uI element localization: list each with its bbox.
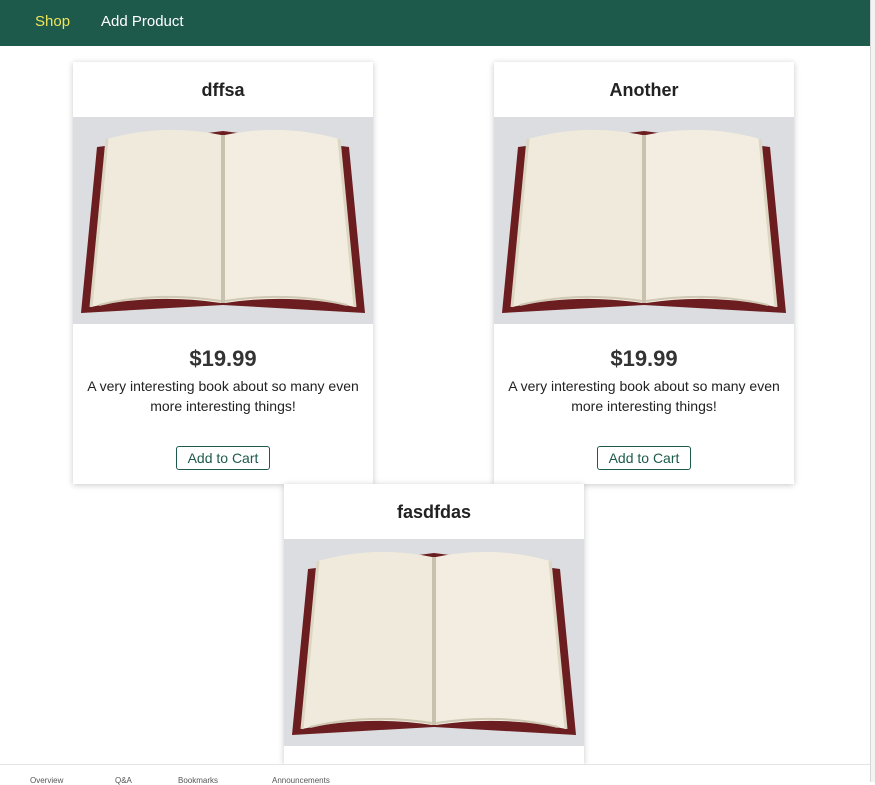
product-image: [73, 117, 373, 324]
open-book-image: [494, 117, 794, 324]
product-title: fasdfdas: [396, 502, 472, 522]
product-description: A very interesting book about so many ev…: [508, 378, 780, 414]
tab-bookmarks[interactable]: Bookmarks: [178, 776, 218, 785]
product-card: fasdfdas: [284, 484, 584, 764]
tab-qa[interactable]: Q&A: [115, 776, 132, 785]
top-navbar: Shop Add Product: [0, 0, 870, 46]
product-image: [284, 539, 584, 746]
product-description: A very interesting book about so many ev…: [87, 378, 359, 414]
product-price: $19.99: [610, 346, 678, 371]
product-title: dffsa: [201, 80, 245, 100]
scrollbar[interactable]: [870, 0, 875, 782]
product-card: Another $19.99 A very interesting book a…: [494, 62, 794, 484]
nav-shop-link[interactable]: Shop: [35, 13, 70, 30]
open-book-image: [73, 117, 373, 324]
product-title: Another: [609, 80, 679, 100]
add-to-cart-button[interactable]: Add to Cart: [597, 446, 691, 470]
add-to-cart-button[interactable]: Add to Cart: [176, 446, 270, 470]
product-image: [494, 117, 794, 324]
nav-add-product-link[interactable]: Add Product: [101, 13, 184, 30]
course-tabs-bar: Overview Q&A Bookmarks Announcements: [0, 764, 870, 785]
tab-overview[interactable]: Overview: [30, 776, 63, 785]
product-card: dffsa $19.99 A very interesting book abo…: [73, 62, 373, 484]
open-book-image: [284, 539, 584, 746]
tab-announcements[interactable]: Announcements: [272, 776, 330, 785]
product-price: $19.99: [189, 346, 257, 371]
